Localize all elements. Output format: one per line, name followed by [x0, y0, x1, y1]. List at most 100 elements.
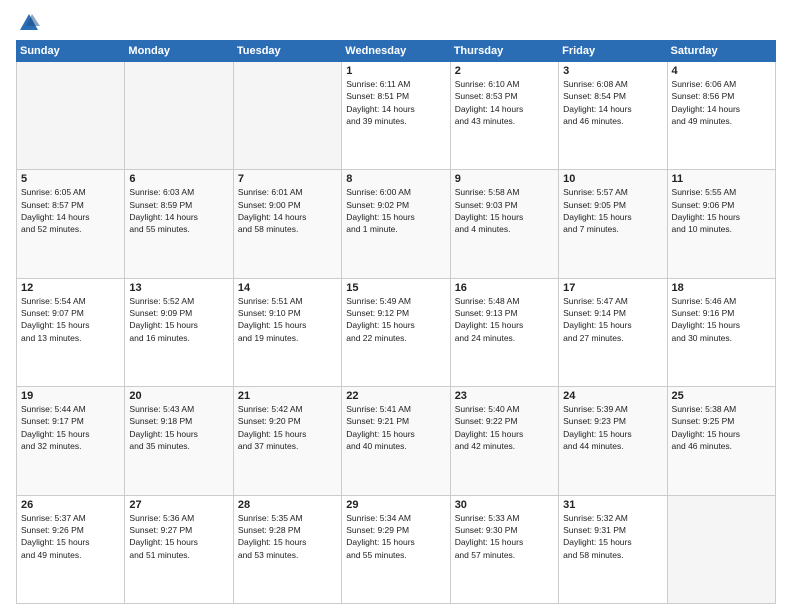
day-number: 20	[129, 390, 228, 402]
calendar-cell: 23Sunrise: 5:40 AM Sunset: 9:22 PM Dayli…	[450, 387, 558, 495]
weekday-header-sunday: Sunday	[17, 41, 125, 62]
calendar-cell: 21Sunrise: 5:42 AM Sunset: 9:20 PM Dayli…	[233, 387, 341, 495]
day-info: Sunrise: 5:37 AM Sunset: 9:26 PM Dayligh…	[21, 512, 120, 561]
day-info: Sunrise: 6:05 AM Sunset: 8:57 PM Dayligh…	[21, 186, 120, 235]
week-row-3: 12Sunrise: 5:54 AM Sunset: 9:07 PM Dayli…	[17, 278, 776, 386]
day-number: 5	[21, 173, 120, 185]
calendar-cell: 9Sunrise: 5:58 AM Sunset: 9:03 PM Daylig…	[450, 170, 558, 278]
day-number: 4	[672, 65, 771, 77]
week-row-4: 19Sunrise: 5:44 AM Sunset: 9:17 PM Dayli…	[17, 387, 776, 495]
calendar-cell: 11Sunrise: 5:55 AM Sunset: 9:06 PM Dayli…	[667, 170, 775, 278]
calendar-cell: 30Sunrise: 5:33 AM Sunset: 9:30 PM Dayli…	[450, 495, 558, 603]
day-info: Sunrise: 5:41 AM Sunset: 9:21 PM Dayligh…	[346, 403, 445, 452]
day-info: Sunrise: 5:32 AM Sunset: 9:31 PM Dayligh…	[563, 512, 662, 561]
day-number: 12	[21, 282, 120, 294]
day-info: Sunrise: 6:08 AM Sunset: 8:54 PM Dayligh…	[563, 78, 662, 127]
day-info: Sunrise: 6:06 AM Sunset: 8:56 PM Dayligh…	[672, 78, 771, 127]
day-number: 23	[455, 390, 554, 402]
day-info: Sunrise: 5:36 AM Sunset: 9:27 PM Dayligh…	[129, 512, 228, 561]
day-info: Sunrise: 6:00 AM Sunset: 9:02 PM Dayligh…	[346, 186, 445, 235]
day-number: 22	[346, 390, 445, 402]
calendar-cell: 31Sunrise: 5:32 AM Sunset: 9:31 PM Dayli…	[559, 495, 667, 603]
calendar-cell: 27Sunrise: 5:36 AM Sunset: 9:27 PM Dayli…	[125, 495, 233, 603]
day-info: Sunrise: 5:33 AM Sunset: 9:30 PM Dayligh…	[455, 512, 554, 561]
calendar-cell: 13Sunrise: 5:52 AM Sunset: 9:09 PM Dayli…	[125, 278, 233, 386]
day-info: Sunrise: 5:40 AM Sunset: 9:22 PM Dayligh…	[455, 403, 554, 452]
day-info: Sunrise: 6:03 AM Sunset: 8:59 PM Dayligh…	[129, 186, 228, 235]
weekday-header-row: SundayMondayTuesdayWednesdayThursdayFrid…	[17, 41, 776, 62]
day-info: Sunrise: 5:47 AM Sunset: 9:14 PM Dayligh…	[563, 295, 662, 344]
page: SundayMondayTuesdayWednesdayThursdayFrid…	[0, 0, 792, 612]
calendar-cell: 22Sunrise: 5:41 AM Sunset: 9:21 PM Dayli…	[342, 387, 450, 495]
calendar-cell: 4Sunrise: 6:06 AM Sunset: 8:56 PM Daylig…	[667, 62, 775, 170]
calendar-cell: 7Sunrise: 6:01 AM Sunset: 9:00 PM Daylig…	[233, 170, 341, 278]
calendar-cell: 26Sunrise: 5:37 AM Sunset: 9:26 PM Dayli…	[17, 495, 125, 603]
calendar-cell: 2Sunrise: 6:10 AM Sunset: 8:53 PM Daylig…	[450, 62, 558, 170]
day-number: 14	[238, 282, 337, 294]
calendar-cell: 14Sunrise: 5:51 AM Sunset: 9:10 PM Dayli…	[233, 278, 341, 386]
day-number: 2	[455, 65, 554, 77]
day-number: 13	[129, 282, 228, 294]
day-info: Sunrise: 5:35 AM Sunset: 9:28 PM Dayligh…	[238, 512, 337, 561]
calendar-cell: 18Sunrise: 5:46 AM Sunset: 9:16 PM Dayli…	[667, 278, 775, 386]
day-info: Sunrise: 5:55 AM Sunset: 9:06 PM Dayligh…	[672, 186, 771, 235]
calendar-cell: 29Sunrise: 5:34 AM Sunset: 9:29 PM Dayli…	[342, 495, 450, 603]
calendar-cell	[667, 495, 775, 603]
day-info: Sunrise: 6:10 AM Sunset: 8:53 PM Dayligh…	[455, 78, 554, 127]
day-number: 10	[563, 173, 662, 185]
day-number: 3	[563, 65, 662, 77]
day-number: 28	[238, 499, 337, 511]
day-number: 15	[346, 282, 445, 294]
day-info: Sunrise: 5:52 AM Sunset: 9:09 PM Dayligh…	[129, 295, 228, 344]
day-info: Sunrise: 5:46 AM Sunset: 9:16 PM Dayligh…	[672, 295, 771, 344]
calendar-cell: 28Sunrise: 5:35 AM Sunset: 9:28 PM Dayli…	[233, 495, 341, 603]
calendar-cell: 19Sunrise: 5:44 AM Sunset: 9:17 PM Dayli…	[17, 387, 125, 495]
calendar-cell	[17, 62, 125, 170]
header	[16, 12, 776, 34]
weekday-header-saturday: Saturday	[667, 41, 775, 62]
day-number: 31	[563, 499, 662, 511]
day-info: Sunrise: 5:49 AM Sunset: 9:12 PM Dayligh…	[346, 295, 445, 344]
day-number: 21	[238, 390, 337, 402]
day-number: 30	[455, 499, 554, 511]
day-number: 7	[238, 173, 337, 185]
day-info: Sunrise: 5:51 AM Sunset: 9:10 PM Dayligh…	[238, 295, 337, 344]
day-info: Sunrise: 6:01 AM Sunset: 9:00 PM Dayligh…	[238, 186, 337, 235]
weekday-header-friday: Friday	[559, 41, 667, 62]
calendar-cell: 3Sunrise: 6:08 AM Sunset: 8:54 PM Daylig…	[559, 62, 667, 170]
day-number: 1	[346, 65, 445, 77]
calendar-cell: 10Sunrise: 5:57 AM Sunset: 9:05 PM Dayli…	[559, 170, 667, 278]
calendar-cell: 1Sunrise: 6:11 AM Sunset: 8:51 PM Daylig…	[342, 62, 450, 170]
day-info: Sunrise: 5:48 AM Sunset: 9:13 PM Dayligh…	[455, 295, 554, 344]
day-number: 24	[563, 390, 662, 402]
day-info: Sunrise: 5:42 AM Sunset: 9:20 PM Dayligh…	[238, 403, 337, 452]
calendar-cell: 6Sunrise: 6:03 AM Sunset: 8:59 PM Daylig…	[125, 170, 233, 278]
day-info: Sunrise: 5:58 AM Sunset: 9:03 PM Dayligh…	[455, 186, 554, 235]
calendar-cell: 8Sunrise: 6:00 AM Sunset: 9:02 PM Daylig…	[342, 170, 450, 278]
calendar-cell	[125, 62, 233, 170]
day-number: 18	[672, 282, 771, 294]
week-row-2: 5Sunrise: 6:05 AM Sunset: 8:57 PM Daylig…	[17, 170, 776, 278]
calendar-cell: 15Sunrise: 5:49 AM Sunset: 9:12 PM Dayli…	[342, 278, 450, 386]
calendar-cell: 5Sunrise: 6:05 AM Sunset: 8:57 PM Daylig…	[17, 170, 125, 278]
day-number: 17	[563, 282, 662, 294]
day-info: Sunrise: 5:57 AM Sunset: 9:05 PM Dayligh…	[563, 186, 662, 235]
day-info: Sunrise: 5:44 AM Sunset: 9:17 PM Dayligh…	[21, 403, 120, 452]
day-number: 8	[346, 173, 445, 185]
calendar-cell: 16Sunrise: 5:48 AM Sunset: 9:13 PM Dayli…	[450, 278, 558, 386]
day-number: 27	[129, 499, 228, 511]
calendar-cell	[233, 62, 341, 170]
calendar-cell: 25Sunrise: 5:38 AM Sunset: 9:25 PM Dayli…	[667, 387, 775, 495]
day-info: Sunrise: 5:54 AM Sunset: 9:07 PM Dayligh…	[21, 295, 120, 344]
calendar: SundayMondayTuesdayWednesdayThursdayFrid…	[16, 40, 776, 604]
day-number: 11	[672, 173, 771, 185]
weekday-header-tuesday: Tuesday	[233, 41, 341, 62]
day-info: Sunrise: 5:39 AM Sunset: 9:23 PM Dayligh…	[563, 403, 662, 452]
weekday-header-wednesday: Wednesday	[342, 41, 450, 62]
day-number: 19	[21, 390, 120, 402]
weekday-header-monday: Monday	[125, 41, 233, 62]
day-number: 9	[455, 173, 554, 185]
week-row-1: 1Sunrise: 6:11 AM Sunset: 8:51 PM Daylig…	[17, 62, 776, 170]
week-row-5: 26Sunrise: 5:37 AM Sunset: 9:26 PM Dayli…	[17, 495, 776, 603]
day-info: Sunrise: 5:38 AM Sunset: 9:25 PM Dayligh…	[672, 403, 771, 452]
